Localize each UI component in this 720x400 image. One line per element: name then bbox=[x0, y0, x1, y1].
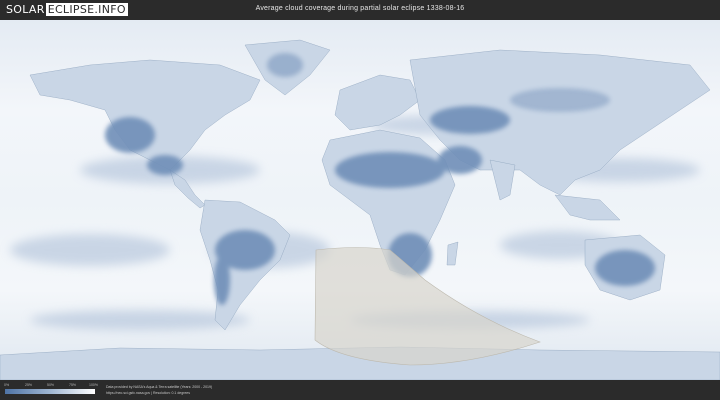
clear-region-mexico bbox=[147, 155, 183, 175]
footer-bar: 0% 25% 50% 75% 100% Data provided by NAS… bbox=[0, 380, 720, 400]
clear-region-greenland-south bbox=[267, 53, 303, 77]
cloud-coverage-legend-bar bbox=[5, 389, 95, 394]
map-title: Average cloud coverage during partial so… bbox=[255, 5, 465, 12]
clear-region-central-asia bbox=[430, 106, 510, 134]
legend-tick-75: 75% bbox=[69, 383, 77, 387]
legend-tick-0: 0% bbox=[4, 383, 10, 387]
cloud-coverage-map bbox=[0, 20, 720, 380]
clear-region-western-us bbox=[105, 117, 155, 153]
header-bar: SOLAR ECLIPSE.INFO Average cloud coverage… bbox=[0, 0, 720, 20]
clear-region-andes bbox=[214, 255, 230, 305]
legend-tick-100: 100% bbox=[89, 383, 98, 387]
legend-tick-25: 25% bbox=[25, 383, 33, 387]
data-source-link[interactable]: https://neo.sci.gsfc.nasa.gov | Resoluti… bbox=[106, 391, 190, 395]
legend-tick-50: 50% bbox=[47, 383, 55, 387]
clear-region-australia bbox=[595, 250, 655, 286]
clear-region-arabia bbox=[438, 146, 482, 174]
clear-region-siberia bbox=[510, 88, 610, 112]
clear-region-sahara bbox=[335, 152, 445, 188]
data-credit: Data provided by NASA's Aqua & Terra sat… bbox=[106, 385, 213, 389]
